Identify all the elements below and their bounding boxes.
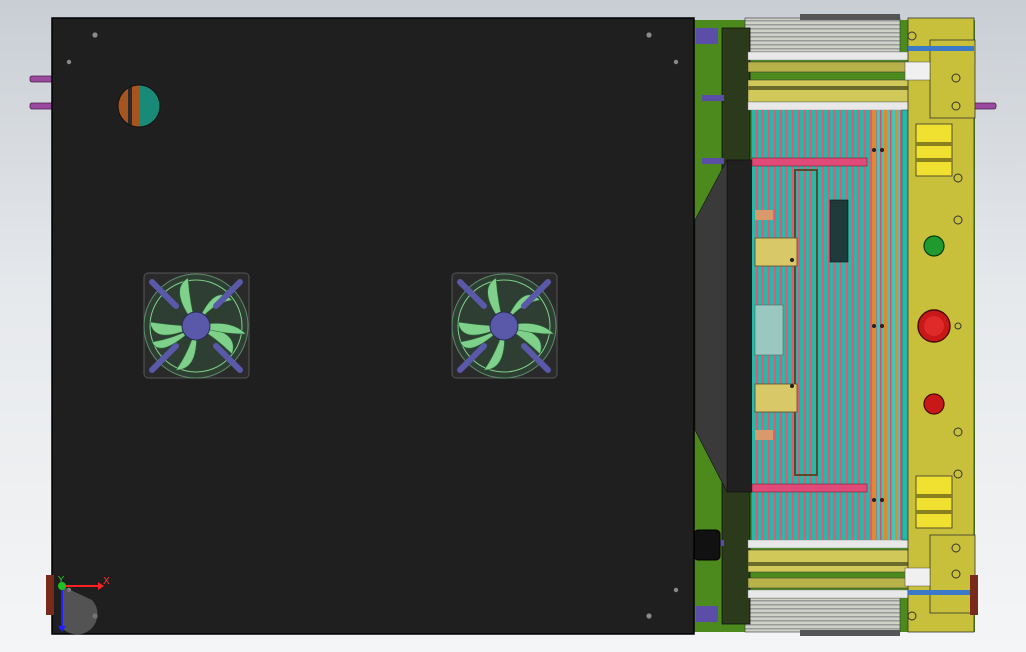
cad-viewport[interactable]: [0, 0, 1026, 652]
indicator-light-green[interactable]: [923, 235, 945, 257]
right-pin: [971, 102, 997, 110]
axis-x-label: X: [103, 576, 110, 587]
axis-y-label: Y: [58, 575, 65, 586]
fan-icon[interactable]: [143, 272, 250, 379]
left-pins: [29, 75, 55, 110]
selector-knob[interactable]: [117, 84, 161, 128]
indicator-light-red[interactable]: [923, 393, 945, 415]
fan-icon[interactable]: [452, 273, 557, 378]
emergency-stop-button-red[interactable]: [917, 309, 951, 343]
